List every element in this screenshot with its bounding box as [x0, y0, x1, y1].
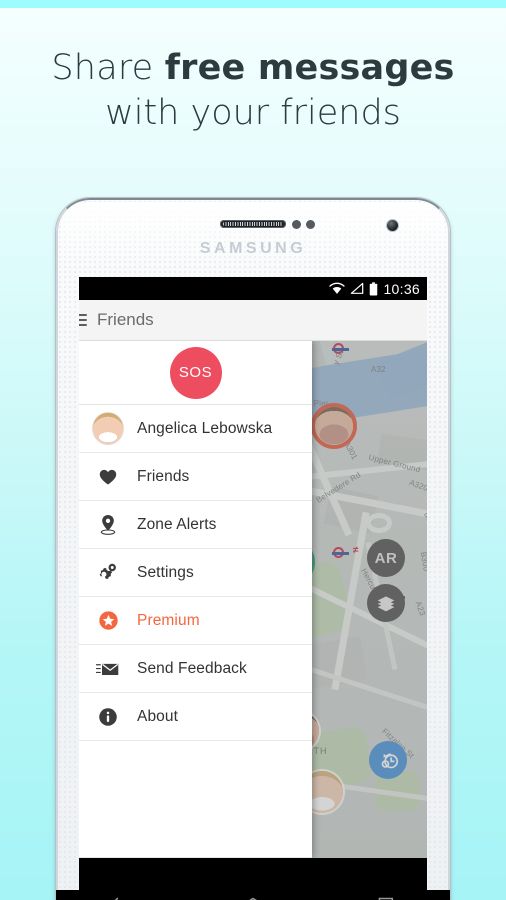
cellular-signal-icon: [351, 282, 364, 294]
sos-button[interactable]: SOS: [169, 346, 222, 399]
home-button[interactable]: [223, 890, 283, 900]
map-pin-icon: [93, 514, 123, 536]
avatar-face: [93, 413, 123, 444]
drawer-item-about[interactable]: About: [79, 693, 312, 741]
drawer-item-profile[interactable]: Angelica Lebowska: [79, 405, 312, 453]
light-sensor-icon: [306, 220, 315, 229]
map-pin-glyph: [100, 514, 116, 535]
proximity-sensor-icon: [292, 220, 301, 229]
drawer-item-settings[interactable]: Settings: [79, 549, 312, 597]
phone-mockup: SAMSUNG ≠ A32 y Pier y St A301 Upper Gro…: [56, 198, 450, 900]
sos-label: SOS: [178, 364, 213, 381]
headline-plain-part: Share: [51, 48, 165, 88]
info-circle-glyph: [99, 707, 117, 726]
home-icon: [248, 897, 258, 900]
drawer-item-label: Send Feedback: [137, 659, 247, 677]
headline-line-2: with your friends: [105, 93, 401, 133]
back-arrow-icon: [113, 897, 118, 900]
navigation-drawer: SOS Angelica Lebowska Friends Zone Alert…: [79, 341, 312, 858]
drawer-empty-space: [79, 741, 312, 858]
phone-screen: ≠ A32 y Pier y St A301 Upper Ground A320 Belve…: [79, 277, 427, 890]
device-brand-label: SAMSUNG: [199, 240, 307, 257]
app-action-bar: Friends: [79, 300, 427, 341]
sos-row: SOS: [79, 341, 312, 405]
envelope-send-icon: [93, 660, 123, 678]
heart-glyph: [99, 469, 117, 484]
android-nav-bar: [56, 890, 450, 900]
back-button[interactable]: [92, 890, 152, 900]
drawer-item-label: About: [137, 707, 179, 725]
front-camera-icon: [387, 220, 398, 231]
drawer-item-label: Premium: [137, 611, 200, 629]
profile-avatar-wrap: [93, 413, 123, 444]
star-badge-icon: [93, 610, 123, 631]
avatar: [93, 413, 123, 444]
android-status-bar: 10:36: [79, 277, 427, 300]
drawer-item-premium[interactable]: Premium: [79, 597, 312, 645]
top-accent-strip: [0, 0, 506, 8]
wifi-icon: [329, 282, 346, 294]
screen-bottom-black-strip: [79, 875, 427, 890]
drawer-item-label: Zone Alerts: [137, 515, 217, 533]
envelope-send-glyph: [96, 663, 119, 675]
promo-headline: Share free messages with your friends: [0, 46, 506, 136]
page-title: Friends: [97, 310, 154, 329]
drawer-item-send-feedback[interactable]: Send Feedback: [79, 645, 312, 693]
headline-bold-part: free messages: [164, 48, 455, 88]
drawer-item-label: Angelica Lebowska: [137, 419, 273, 437]
drawer-item-friends[interactable]: Friends: [79, 453, 312, 501]
battery-icon: [370, 281, 378, 295]
drawer-item-label: Settings: [137, 563, 194, 581]
gear-glyph: [99, 563, 116, 579]
drawer-item-label: Friends: [137, 467, 190, 485]
app-content: ≠ A32 y Pier y St A301 Upper Ground A320 Belve…: [79, 341, 427, 858]
earpiece-speaker-icon: [220, 220, 286, 228]
gear-icon: [93, 562, 123, 584]
hamburger-menu-icon[interactable]: [79, 314, 87, 326]
recents-button[interactable]: [354, 890, 414, 900]
status-bar-clock: 10:36: [383, 280, 420, 297]
drawer-item-zone-alerts[interactable]: Zone Alerts: [79, 501, 312, 549]
headline-line-1: Share free messages: [0, 46, 506, 90]
heart-icon: [93, 467, 123, 487]
info-circle-icon: [93, 707, 123, 727]
recents-icon: [378, 897, 394, 900]
star-badge-glyph: [98, 611, 118, 630]
